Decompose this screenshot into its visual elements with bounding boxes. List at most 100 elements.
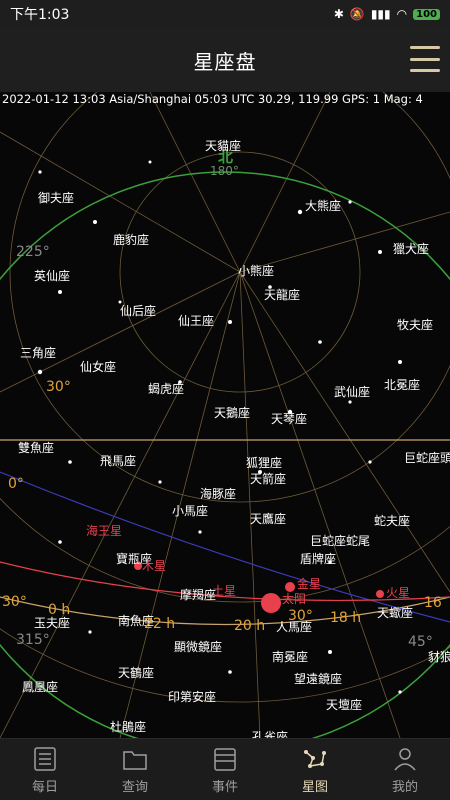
constellation-label[interactable]: 仙后座: [120, 302, 156, 319]
nav-label: 星图: [301, 780, 328, 795]
constellation-label[interactable]: 小熊座: [238, 262, 274, 279]
constellation-label[interactable]: 三角座: [20, 344, 56, 361]
constellation-label[interactable]: 印第安座: [168, 688, 216, 705]
constellation-label[interactable]: 鹿豹座: [113, 231, 149, 248]
constellation-label[interactable]: 天龍座: [264, 286, 300, 303]
nav-daily[interactable]: 每日: [0, 739, 90, 800]
planet-label[interactable]: 火星: [386, 584, 410, 601]
nav-label: 每日: [31, 780, 58, 795]
constellation-label[interactable]: 天蠍座: [377, 604, 413, 621]
star: [148, 160, 152, 164]
azimuth-label: 45°: [408, 634, 433, 650]
constellation-label[interactable]: 北冕座: [384, 376, 420, 393]
azimuth-label: 315°: [16, 632, 50, 648]
star: [368, 460, 372, 464]
constellation-label[interactable]: 天壇座: [326, 696, 362, 713]
constellation-label[interactable]: 飛馬座: [100, 452, 136, 469]
north-degree-label: 180°: [210, 164, 239, 178]
nav-query[interactable]: 查询: [90, 739, 180, 800]
constellation-label[interactable]: 巨蛇座蛇尾: [310, 532, 370, 549]
star: [93, 220, 97, 224]
star: [37, 369, 43, 375]
constellation-label[interactable]: 海豚座: [200, 485, 236, 502]
constellation-label[interactable]: 巨蛇座頭: [404, 449, 450, 466]
mute-icon: 🔕: [349, 7, 365, 21]
constellation-label[interactable]: 御夫座: [38, 189, 74, 206]
hamburger-icon: [410, 46, 440, 49]
constellation-label[interactable]: 仙女座: [80, 358, 116, 375]
ra-line: [0, 271, 241, 393]
ra-line: [239, 92, 331, 273]
declination-label: 0°: [8, 476, 24, 492]
constellation-label[interactable]: 孔雀座: [252, 728, 288, 738]
ra-line: [239, 271, 261, 738]
constellation-label[interactable]: 雙魚座: [18, 439, 54, 456]
constellation-label[interactable]: 蝎虎座: [148, 380, 184, 397]
calendar-icon: [214, 748, 236, 771]
planet-label[interactable]: 土星: [212, 582, 236, 599]
constellation-label[interactable]: 杜鵑座: [110, 718, 146, 735]
constellation-label[interactable]: 盾牌座: [300, 550, 336, 567]
azimuth-label: 225°: [16, 244, 50, 260]
nav-starmap[interactable]: 星图: [270, 739, 360, 800]
status-bar: 下午1:03 ✱ 🔕 ▮▮▮ ◠ 100: [0, 0, 450, 28]
menu-button[interactable]: [410, 46, 440, 72]
constellation-label[interactable]: 狐狸座: [246, 454, 282, 471]
folder-icon: [123, 751, 147, 770]
star: [328, 650, 332, 654]
planet-label[interactable]: 海王星: [86, 522, 122, 539]
star: [68, 460, 72, 464]
constellation-label[interactable]: 牧夫座: [397, 316, 433, 333]
constellation-label[interactable]: 獵犬座: [393, 240, 429, 257]
constellation-label[interactable]: 武仙座: [334, 383, 370, 400]
constellation-label[interactable]: 蛇夫座: [374, 512, 410, 529]
star: [297, 209, 303, 215]
star: [378, 250, 382, 254]
star: [348, 200, 352, 204]
page-title: 星座盘: [193, 49, 257, 74]
constellation-label[interactable]: 大熊座: [305, 197, 341, 214]
nav-label: 事件: [211, 780, 238, 795]
star: [398, 360, 402, 364]
constellation-label[interactable]: 南冕座: [272, 648, 308, 665]
constellation-label[interactable]: 天箭座: [250, 470, 286, 487]
ra-line: [149, 92, 241, 273]
planet-label[interactable]: 木星: [142, 557, 166, 574]
constellation-label[interactable]: 天鷹座: [250, 510, 286, 527]
constellation-label[interactable]: 小馬座: [172, 502, 208, 519]
constellation-label[interactable]: 英仙座: [34, 267, 70, 284]
constellation-label[interactable]: 豺狼: [428, 648, 450, 665]
constellation-label[interactable]: 顯微鏡座: [174, 638, 222, 655]
constellation-label[interactable]: 鳳凰座: [22, 678, 58, 695]
constellation-label[interactable]: 天貓座: [205, 137, 241, 154]
right-ascension-label: 16: [424, 595, 442, 611]
star-chart[interactable]: 2022-01-12 13:03 Asia/Shanghai 05:03 UTC…: [0, 92, 450, 738]
nav-label: 我的: [391, 780, 418, 795]
right-ascension-label: 0 h: [48, 602, 71, 618]
observation-info: 2022-01-12 13:03 Asia/Shanghai 05:03 UTC…: [2, 92, 423, 106]
sun-marker[interactable]: [261, 593, 281, 613]
star: [88, 630, 92, 634]
constellation-label[interactable]: 天琴座: [271, 410, 307, 427]
constellation-label[interactable]: 仙王座: [178, 312, 214, 329]
constellation-label[interactable]: 天鶴座: [118, 664, 154, 681]
star: [348, 400, 352, 404]
declination-label: 30°: [288, 608, 313, 624]
horizon-circle: [0, 171, 450, 738]
nav-label: 查询: [121, 780, 148, 795]
constellation-label[interactable]: 摩羯座: [180, 586, 216, 603]
list-icon: [34, 747, 56, 771]
nav-events[interactable]: 事件: [180, 739, 270, 800]
nav-mine[interactable]: 我的: [360, 739, 450, 800]
declination-label: 30°: [46, 379, 71, 395]
star: [318, 340, 322, 344]
star: [158, 480, 162, 484]
battery-icon: 100: [413, 8, 440, 20]
planet-label[interactable]: 太阳: [282, 590, 306, 607]
bluetooth-icon: ✱: [333, 7, 344, 21]
star: [58, 290, 62, 294]
planet-marker[interactable]: [376, 590, 384, 598]
constellation-label[interactable]: 天鵝座: [214, 404, 250, 421]
status-icons: ✱ 🔕 ▮▮▮ ◠ 100: [334, 7, 440, 21]
constellation-label[interactable]: 望遠鏡座: [294, 670, 342, 687]
